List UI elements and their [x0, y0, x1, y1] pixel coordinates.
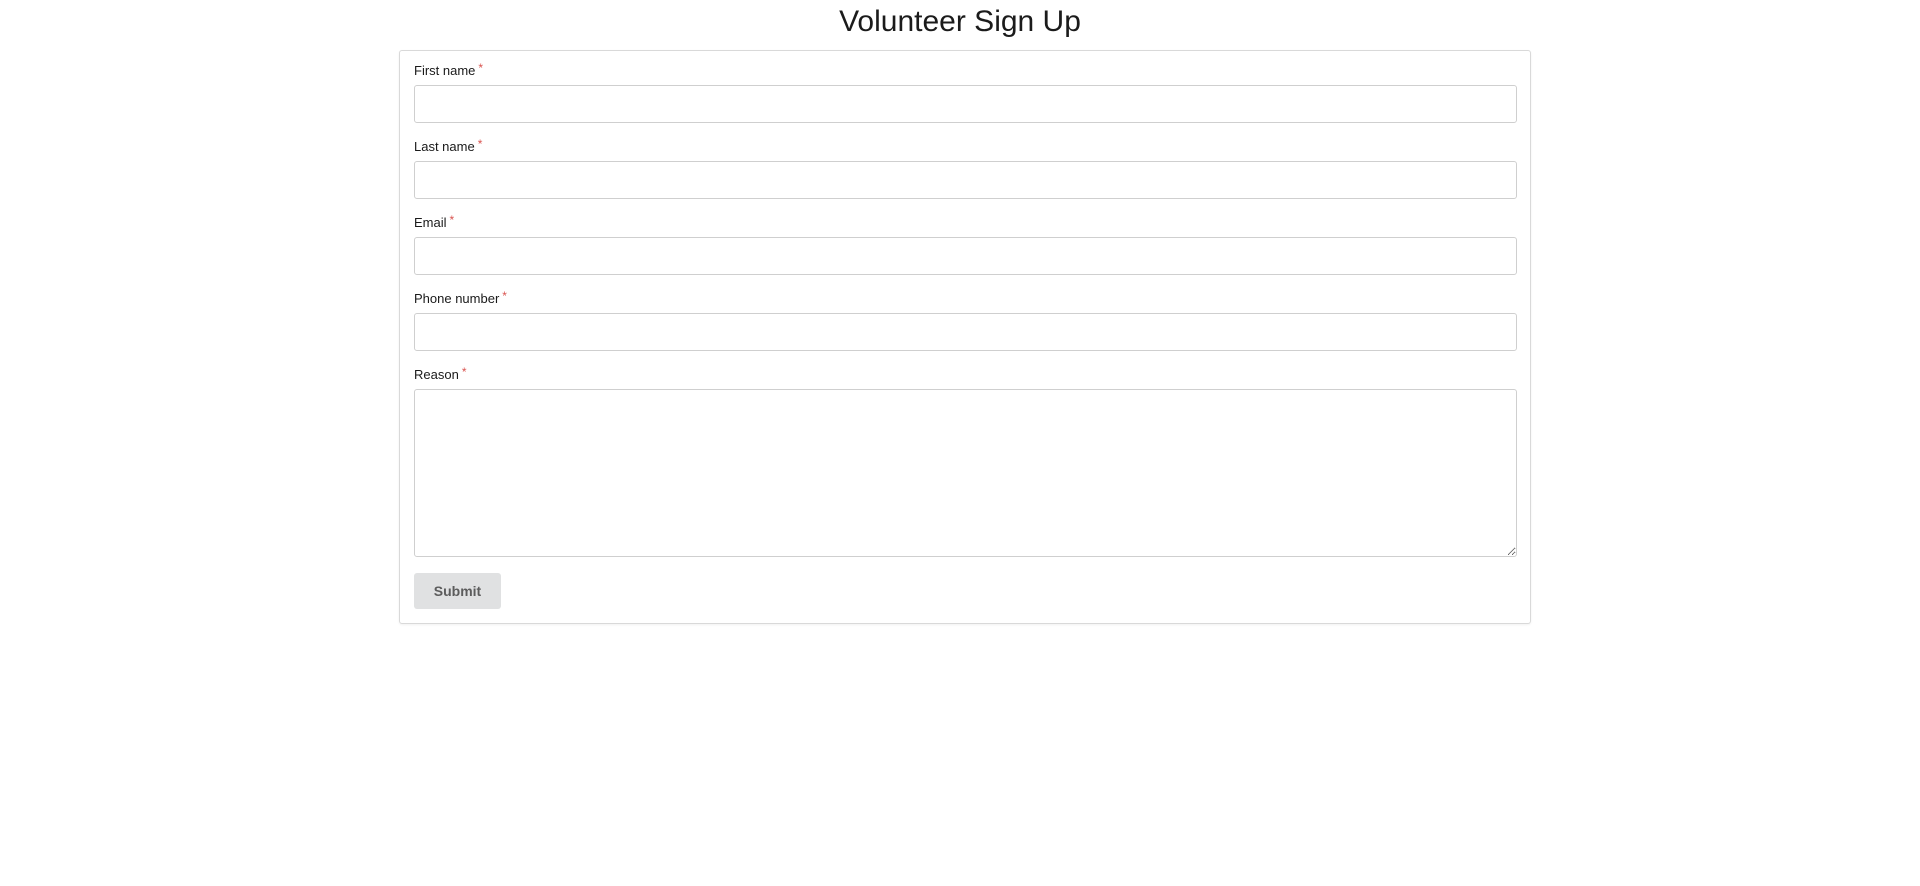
required-indicator: *: [478, 61, 484, 75]
first-name-label-text: First name: [414, 63, 476, 78]
email-label-text: Email: [414, 215, 447, 230]
last-name-label-text: Last name: [414, 139, 475, 154]
last-name-label: Last name *: [414, 137, 1517, 158]
required-indicator: *: [477, 137, 483, 151]
last-name-input[interactable]: [414, 161, 1517, 199]
signup-form: First name * Last name * Email * Phone numb…: [399, 50, 1531, 624]
email-input[interactable]: [414, 237, 1517, 275]
phone-number-input[interactable]: [414, 313, 1517, 351]
phone-number-field-group: Phone number *: [414, 289, 1517, 351]
page: Volunteer Sign Up First name * Last name *…: [0, 0, 1920, 886]
reason-textarea[interactable]: [414, 389, 1517, 557]
reason-label: Reason *: [414, 365, 1517, 386]
reason-field-group: Reason *: [414, 365, 1517, 557]
required-indicator: *: [502, 289, 507, 303]
first-name-label: First name *: [414, 61, 1517, 82]
email-field-group: Email *: [414, 213, 1517, 275]
page-title: Volunteer Sign Up: [839, 5, 1081, 38]
phone-number-label-text: Phone number: [414, 291, 500, 306]
first-name-input[interactable]: [414, 85, 1517, 123]
phone-number-label: Phone number *: [414, 289, 1517, 310]
submit-button[interactable]: Submit: [414, 573, 501, 609]
first-name-field-group: First name *: [414, 61, 1517, 123]
required-indicator: *: [461, 365, 467, 379]
required-indicator: *: [449, 213, 455, 227]
last-name-field-group: Last name *: [414, 137, 1517, 199]
email-label: Email *: [414, 213, 1517, 234]
reason-label-text: Reason: [414, 367, 459, 382]
